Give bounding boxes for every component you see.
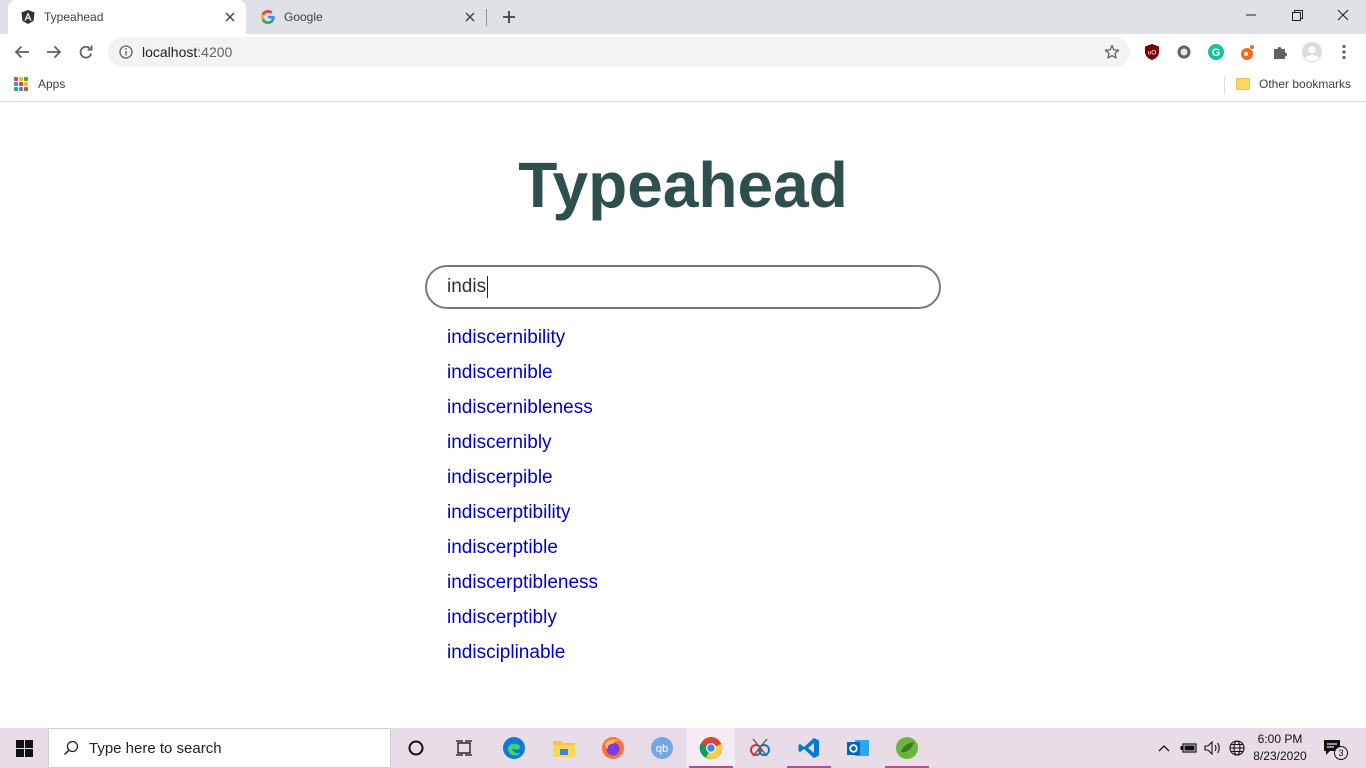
minimize-button[interactable]: [1228, 0, 1274, 30]
chevron-up-icon: [1158, 745, 1170, 752]
suggestion-item[interactable]: indiscernibleness: [447, 393, 598, 428]
suggestion-item[interactable]: indiscerptibility: [447, 498, 598, 533]
restore-button[interactable]: [1274, 0, 1320, 30]
chrome-taskbar-icon[interactable]: [687, 728, 735, 768]
notification-count-badge: 3: [1334, 746, 1348, 760]
folder-icon: [1236, 78, 1250, 90]
task-view-button[interactable]: [440, 728, 488, 768]
qbittorrent-taskbar-icon[interactable]: qb: [638, 728, 686, 768]
search-icon: [63, 740, 79, 756]
reload-button[interactable]: [72, 38, 100, 66]
bookmark-separator: [1224, 76, 1225, 94]
apps-label: Apps: [38, 77, 66, 91]
close-tab-icon[interactable]: [222, 9, 238, 25]
suggestion-item[interactable]: indiscerptible: [447, 533, 598, 568]
outlook-taskbar-icon[interactable]: [834, 728, 882, 768]
apps-grid-icon: [14, 77, 28, 91]
clock-time: 6:00 PM: [1257, 732, 1303, 746]
suggestion-item[interactable]: indiscernibly: [447, 428, 598, 463]
action-center-button[interactable]: 3: [1322, 736, 1348, 760]
tab-google[interactable]: Google: [248, 0, 486, 34]
network-globe-icon[interactable]: [1226, 728, 1248, 768]
close-window-button[interactable]: [1320, 0, 1366, 30]
windows-logo-icon: [15, 739, 33, 757]
cortana-circle-icon: [408, 740, 424, 756]
bookmarks-bar: Apps Other bookmarks: [0, 70, 1366, 102]
file-explorer-taskbar-icon[interactable]: [540, 728, 588, 768]
info-icon[interactable]: [118, 44, 134, 60]
tab-typeahead[interactable]: Typeahead: [8, 0, 246, 34]
google-icon: [260, 9, 276, 25]
new-tab-button[interactable]: [498, 6, 520, 28]
tab-separator: [486, 9, 487, 26]
suggestion-list: indiscernibility indiscernible indiscern…: [447, 323, 598, 673]
start-button[interactable]: [0, 728, 48, 768]
arrow-right-icon: [47, 45, 62, 59]
plus-icon: [503, 11, 515, 23]
search-input-value: indis: [447, 276, 487, 297]
reload-icon: [79, 45, 93, 59]
ublock-icon[interactable]: uO: [1142, 42, 1162, 62]
arrow-left-icon: [14, 45, 29, 59]
tab-title: Google: [284, 10, 323, 24]
text-caret: [487, 276, 489, 298]
battery-tray-icon[interactable]: [1178, 728, 1200, 768]
suggestion-item[interactable]: indiscernibility: [447, 323, 598, 358]
svg-text:qb: qb: [656, 743, 668, 755]
suggestion-item[interactable]: indiscerpible: [447, 463, 598, 498]
url-host: localhost: [142, 44, 198, 60]
spring-tool-taskbar-icon[interactable]: [883, 728, 931, 768]
page-title: Typeahead: [518, 149, 848, 221]
tab-title: Typeahead: [44, 10, 104, 24]
taskbar-search-placeholder: Type here to search: [89, 739, 222, 757]
taskbar-clock[interactable]: 6:00 PM 8/23/2020: [1250, 731, 1310, 765]
angular-icon: [20, 9, 36, 25]
back-button[interactable]: [8, 38, 36, 66]
page-content: Typeahead indis indiscernibility indisce…: [0, 103, 1366, 728]
profile-avatar-icon[interactable]: [1302, 42, 1322, 62]
cortana-button[interactable]: [392, 728, 440, 768]
taskbar-search-box[interactable]: Type here to search: [48, 728, 391, 768]
apps-bookmark[interactable]: Apps: [14, 77, 65, 91]
other-bookmarks[interactable]: Other bookmarks: [1236, 77, 1351, 91]
url-port: :4200: [197, 44, 233, 60]
url-text: localhost:4200: [142, 44, 232, 60]
show-hidden-icons-button[interactable]: [1154, 728, 1174, 768]
browser-toolbar: localhost:4200 uO G: [0, 34, 1366, 70]
suggestion-item[interactable]: indiscernible: [447, 358, 598, 393]
extension-orange-icon[interactable]: [1238, 42, 1258, 62]
restore-icon: [1291, 9, 1303, 21]
suggestion-item[interactable]: indiscerptibleness: [447, 568, 598, 603]
forward-button[interactable]: [40, 38, 68, 66]
svg-text:uO: uO: [1148, 50, 1157, 57]
task-view-icon: [456, 740, 472, 756]
extension-circle-icon[interactable]: [1174, 42, 1194, 62]
vscode-taskbar-icon[interactable]: [785, 728, 833, 768]
bookmark-star-icon[interactable]: [1104, 44, 1120, 60]
volume-tray-icon[interactable]: [1202, 728, 1224, 768]
puzzle-icon[interactable]: [1270, 42, 1290, 62]
clock-date: 8/23/2020: [1253, 749, 1307, 763]
svg-text:G: G: [1212, 47, 1221, 59]
grammarly-icon[interactable]: G: [1206, 42, 1226, 62]
edge-taskbar-icon[interactable]: [490, 728, 538, 768]
suggestion-item[interactable]: indiscerptibly: [447, 603, 598, 638]
firefox-taskbar-icon[interactable]: [589, 728, 637, 768]
windows-taskbar: Type here to search qb 6:00 PM 8/23/2020…: [0, 728, 1366, 768]
tab-strip: Typeahead Google: [0, 0, 1366, 34]
close-icon: [1337, 9, 1349, 21]
close-tab-icon[interactable]: [462, 9, 478, 25]
typeahead-search-input[interactable]: indis: [425, 265, 941, 309]
address-bar[interactable]: localhost:4200: [108, 37, 1130, 67]
snipping-tool-taskbar-icon[interactable]: [736, 728, 784, 768]
menu-kebab-icon[interactable]: [1334, 42, 1354, 62]
other-bookmarks-label: Other bookmarks: [1259, 77, 1352, 91]
suggestion-item[interactable]: indisciplinable: [447, 638, 598, 673]
minimize-icon: [1246, 14, 1256, 16]
